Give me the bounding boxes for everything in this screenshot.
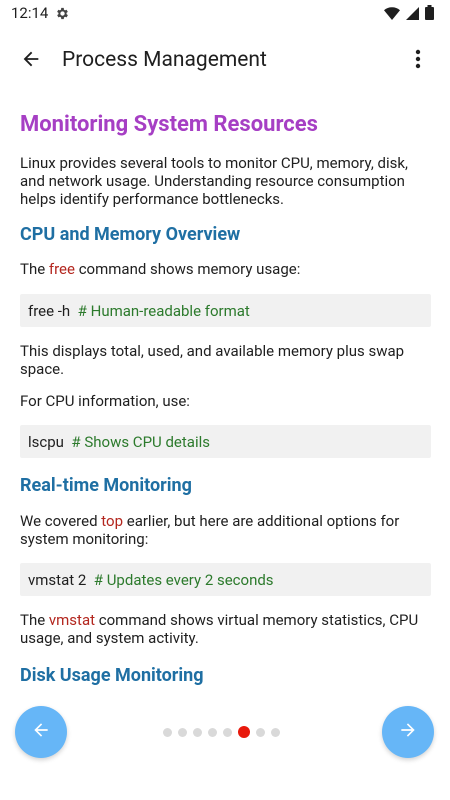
text-segment: command shows memory usage: xyxy=(74,260,301,278)
page-dot xyxy=(178,727,187,737)
code-comment: # Updates every 2 seconds xyxy=(93,570,274,589)
vmstat-description-paragraph: The vmstat command shows virtual memory … xyxy=(20,611,431,647)
code-comment: # Shows CPU details xyxy=(71,432,210,451)
page-title: Process Management xyxy=(62,48,267,72)
code-command: lscpu xyxy=(28,432,64,451)
section-heading-realtime: Real-time Monitoring xyxy=(20,475,192,496)
text-segment: The xyxy=(20,611,49,629)
next-page-button[interactable] xyxy=(382,706,434,758)
section-heading-cpu-memory: CPU and Memory Overview xyxy=(20,224,241,245)
app-bar: Process Management xyxy=(0,28,450,94)
overflow-menu-button[interactable] xyxy=(400,43,436,79)
status-icons xyxy=(384,5,434,24)
page-dot xyxy=(256,727,265,737)
text-segment: We covered xyxy=(20,512,102,530)
page-dot xyxy=(223,727,232,737)
page-dot xyxy=(163,727,172,737)
code-command: vmstat 2 xyxy=(28,570,87,589)
more-vert-icon xyxy=(415,49,421,73)
code-block-lscpu: lscpu # Shows CPU details xyxy=(20,425,431,458)
text-segment: The xyxy=(20,260,49,278)
gear-icon xyxy=(55,6,70,21)
inline-keyword-vmstat: vmstat xyxy=(48,611,96,629)
page-dot xyxy=(271,727,280,737)
code-command: free -h xyxy=(28,301,71,320)
previous-page-button[interactable] xyxy=(15,706,67,758)
code-block-vmstat: vmstat 2 # Updates every 2 seconds xyxy=(20,563,431,596)
free-command-paragraph: The free command shows memory usage: xyxy=(20,260,431,278)
page-indicator xyxy=(163,726,280,738)
arrow-back-icon xyxy=(20,48,42,74)
signal-icon xyxy=(406,5,419,24)
top-command-paragraph: We covered top earlier, but here are add… xyxy=(20,512,431,548)
section-heading-disk-usage: Disk Usage Monitoring xyxy=(20,665,204,686)
code-spacer xyxy=(70,302,77,320)
intro-paragraph: Linux provides several tools to monitor … xyxy=(20,154,408,208)
status-bar: 12:14 xyxy=(0,0,450,28)
code-spacer xyxy=(86,571,93,589)
back-button[interactable] xyxy=(12,42,50,80)
memory-description-paragraph: This displays total, used, and available… xyxy=(20,342,405,378)
page-dot xyxy=(193,727,202,737)
article-heading: Monitoring System Resources xyxy=(20,112,318,137)
inline-keyword-top: top xyxy=(101,512,124,530)
arrow-right-icon xyxy=(398,720,418,744)
inline-keyword-free: free xyxy=(48,260,75,278)
cpu-info-paragraph: For CPU information, use: xyxy=(20,392,190,410)
status-time: 12:14 xyxy=(11,4,49,22)
page-dot-active xyxy=(238,726,250,738)
code-block-free: free -h # Human-readable format xyxy=(20,294,431,327)
article-content: Monitoring System Resources Linux provid… xyxy=(20,110,431,689)
code-comment: # Human-readable format xyxy=(77,301,250,320)
battery-icon xyxy=(425,5,434,24)
code-spacer xyxy=(64,433,71,451)
arrow-left-icon xyxy=(31,720,51,744)
page-dot xyxy=(208,727,217,737)
wifi-icon xyxy=(384,5,400,24)
